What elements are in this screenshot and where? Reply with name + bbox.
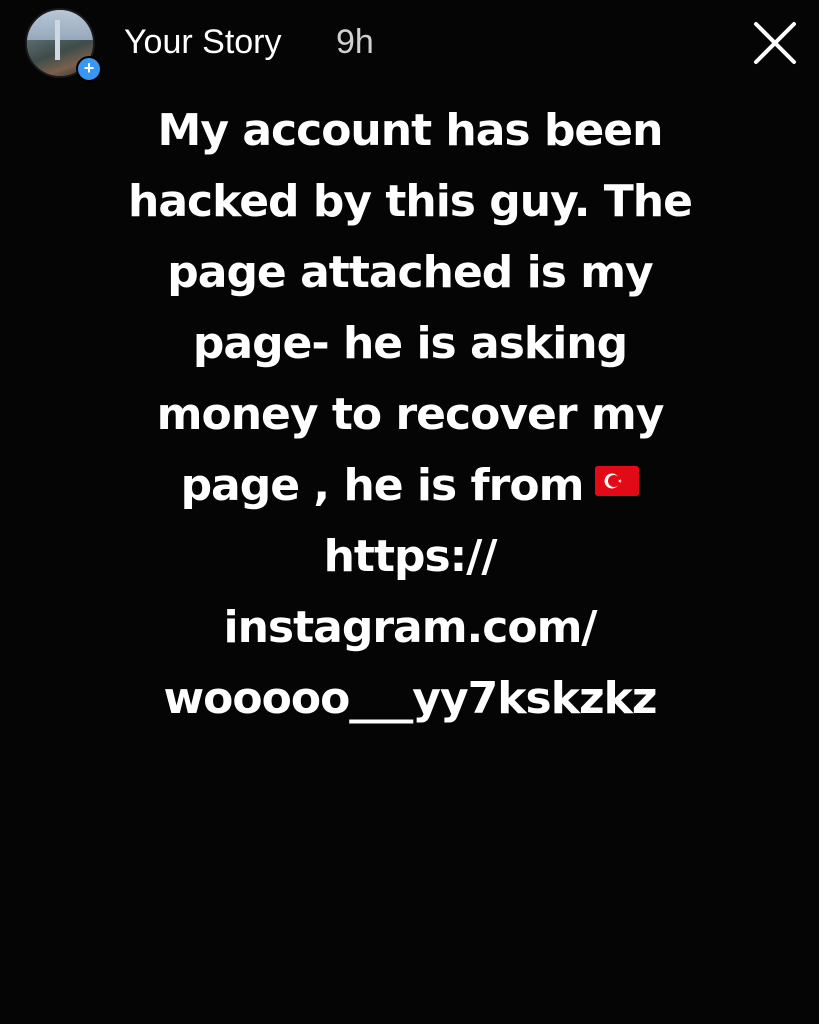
- story-timestamp: 9h: [336, 23, 374, 61]
- story-text-line-9: wooooo___yy7kskzkz: [163, 673, 658, 724]
- story-text-line-1: My account has been: [157, 105, 664, 156]
- story-text: My account has been hacked by this guy. …: [60, 95, 760, 734]
- story-text-line-6: page , he is from: [180, 460, 585, 511]
- story-text-line-2: hacked by this guy. The: [128, 176, 693, 227]
- story-text-line-7: https://: [323, 531, 498, 582]
- story-text-line-5: money to recover my: [156, 389, 665, 440]
- story-header: + Your Story 9h: [0, 0, 819, 90]
- story-text-line-3: page attached is my: [167, 247, 653, 298]
- add-story-icon[interactable]: +: [76, 56, 102, 82]
- close-icon[interactable]: [752, 20, 798, 66]
- story-text-line-4: page- he is asking: [192, 318, 628, 369]
- avatar-tower: [55, 20, 60, 60]
- close-icon-glyph: [754, 22, 796, 64]
- story-text-line-8: instagram.com/: [223, 602, 598, 653]
- story-text-line-6-wrap: page , he is from: [60, 450, 760, 521]
- story-viewer: + Your Story 9h My account has been hack…: [0, 0, 819, 1024]
- story-owner-label[interactable]: Your Story: [124, 20, 282, 64]
- turkey-flag-icon: [595, 466, 640, 496]
